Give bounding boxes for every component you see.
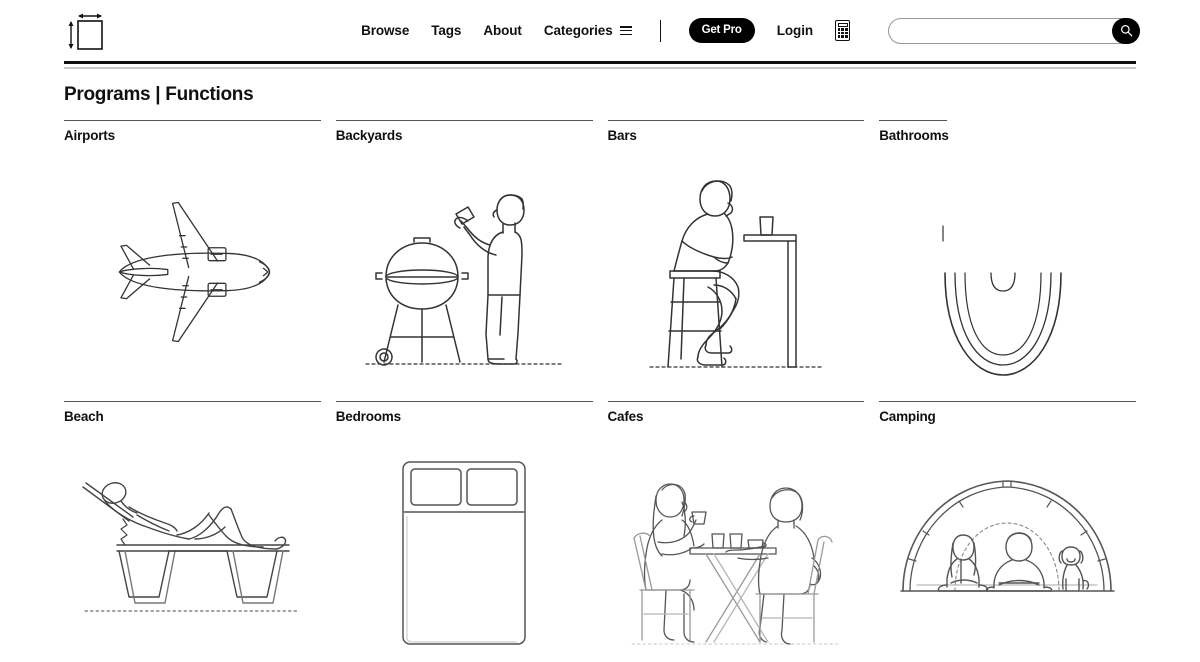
main-navigation: Browse Tags About Categories Get Pro Log…: [361, 17, 1140, 44]
cell-rule: [607, 400, 865, 402]
cell-label-backyards[interactable]: Backyards: [336, 128, 593, 143]
grid-cell-camping[interactable]: Camping: [879, 400, 1136, 662]
grill-and-person: [336, 143, 593, 401]
calculator-keys: [837, 28, 848, 38]
airplane-top-view: [64, 143, 321, 401]
grid-cell-backyards[interactable]: Backyards: [335, 119, 593, 401]
nav-about[interactable]: About: [483, 23, 522, 38]
person-on-lounger: [64, 424, 321, 662]
dome-tent-with-people-and-dog: [879, 424, 1136, 662]
cell-rule: [64, 400, 321, 402]
cell-label-cafes[interactable]: Cafes: [608, 409, 865, 424]
two-people-at-cafe-table: [608, 424, 865, 662]
search-bar: [888, 17, 1140, 44]
cell-rule: [64, 119, 321, 121]
grid-cell-bedrooms[interactable]: Bedrooms: [335, 400, 593, 662]
search-button[interactable]: [1112, 17, 1140, 44]
nav-categories-label: Categories: [543, 23, 613, 38]
search-input[interactable]: [888, 17, 1140, 44]
search-icon: [1120, 25, 1132, 37]
nav-browse[interactable]: Browse: [361, 23, 409, 38]
cell-rule: [335, 119, 593, 121]
bed-top-view: [336, 424, 593, 662]
grid-cell-cafes[interactable]: Cafes: [607, 400, 865, 662]
nav-divider: [659, 19, 661, 42]
cell-label-bedrooms[interactable]: Bedrooms: [336, 409, 593, 424]
cell-rule: [607, 119, 865, 121]
page-title: Programs | Functions: [64, 83, 254, 105]
cell-rule: [879, 119, 948, 121]
cell-label-beach[interactable]: Beach: [64, 409, 321, 424]
dimension-square-logo[interactable]: [64, 9, 108, 53]
category-grid: Airports Backyards Bars Bathrooms Beach …: [0, 106, 1200, 662]
cell-label-bathrooms[interactable]: Bathrooms: [879, 128, 1136, 143]
grid-cell-bathrooms[interactable]: Bathrooms: [879, 119, 1136, 401]
cell-label-airports[interactable]: Airports: [64, 128, 321, 143]
site-header: Browse Tags About Categories Get Pro Log…: [0, 0, 1200, 61]
grid-cell-bars[interactable]: Bars: [607, 119, 865, 401]
grid-cell-beach[interactable]: Beach: [64, 400, 321, 662]
cell-rule: [879, 400, 1136, 402]
calculator-icon[interactable]: [835, 20, 850, 41]
cell-label-camping[interactable]: Camping: [879, 409, 1136, 424]
cell-label-bars[interactable]: Bars: [608, 128, 865, 143]
nav-categories[interactable]: Categories: [544, 23, 632, 38]
nav-tags[interactable]: Tags: [431, 23, 461, 38]
person-on-barstool: [608, 143, 865, 401]
hamburger-icon: [619, 26, 632, 35]
calculator-screen: [837, 23, 848, 27]
toilet-top-view: [879, 143, 1136, 401]
login-link[interactable]: Login: [777, 23, 813, 38]
get-pro-button[interactable]: Get Pro: [688, 18, 755, 43]
grid-cell-airports[interactable]: Airports: [64, 119, 321, 401]
header-bottom-rule: [64, 61, 1136, 64]
cell-rule: [335, 400, 593, 402]
